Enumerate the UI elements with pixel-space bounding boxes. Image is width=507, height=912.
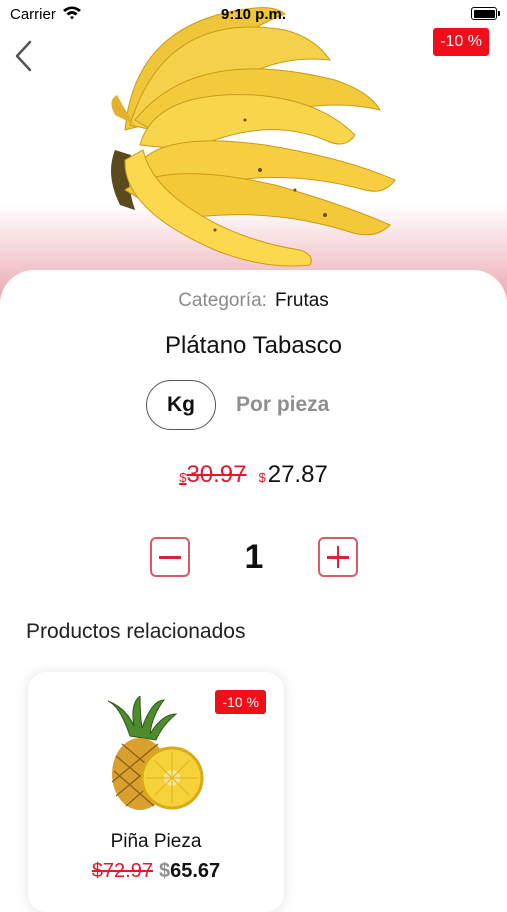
- new-price: $27.87: [259, 461, 328, 488]
- old-price: $30.97: [179, 461, 246, 488]
- status-time: 9:10 p.m.: [220, 6, 287, 23]
- related-product-card[interactable]: -10 % Piña Pieza $72.97 $65.67: [28, 672, 284, 912]
- unit-kg-button[interactable]: Kg: [146, 380, 216, 430]
- new-price-currency: $: [258, 470, 266, 485]
- chevron-left-icon: [15, 40, 32, 72]
- status-bar: Carrier 9:10 p.m.: [0, 0, 507, 28]
- old-price-value: 30.97: [186, 461, 247, 488]
- battery-icon: [471, 7, 500, 20]
- discount-badge: -10 %: [433, 28, 489, 56]
- unit-pieza-button[interactable]: Por pieza: [236, 393, 329, 417]
- minus-icon: [159, 556, 181, 559]
- back-button[interactable]: [10, 36, 40, 76]
- new-price-value: 27.87: [267, 461, 328, 488]
- price-row: $30.97 $27.87: [0, 461, 507, 489]
- category-row: Categoría: Frutas: [0, 290, 507, 312]
- decrease-quantity-button[interactable]: [150, 537, 190, 577]
- related-new-price-value: 65.67: [170, 860, 221, 882]
- increase-quantity-button[interactable]: [318, 537, 358, 577]
- product-title: Plátano Tabasco: [164, 332, 343, 359]
- related-new-price-currency: $: [158, 860, 171, 882]
- related-old-price: $72.97: [91, 860, 153, 882]
- related-products-title: Productos relacionados: [26, 620, 246, 643]
- related-new-price: $65.67: [159, 860, 220, 882]
- related-product-name: Piña Pieza: [110, 831, 202, 852]
- product-image-area: [0, 0, 507, 300]
- pineapple-image: [107, 696, 204, 810]
- banana-image: [111, 7, 396, 267]
- discount-badge: -10 %: [215, 690, 266, 714]
- quantity-value: 1: [244, 538, 264, 576]
- related-product-prices: $72.97 $65.67: [28, 860, 284, 883]
- category-label: Categoría:: [178, 290, 267, 311]
- category-value: Frutas: [274, 290, 329, 311]
